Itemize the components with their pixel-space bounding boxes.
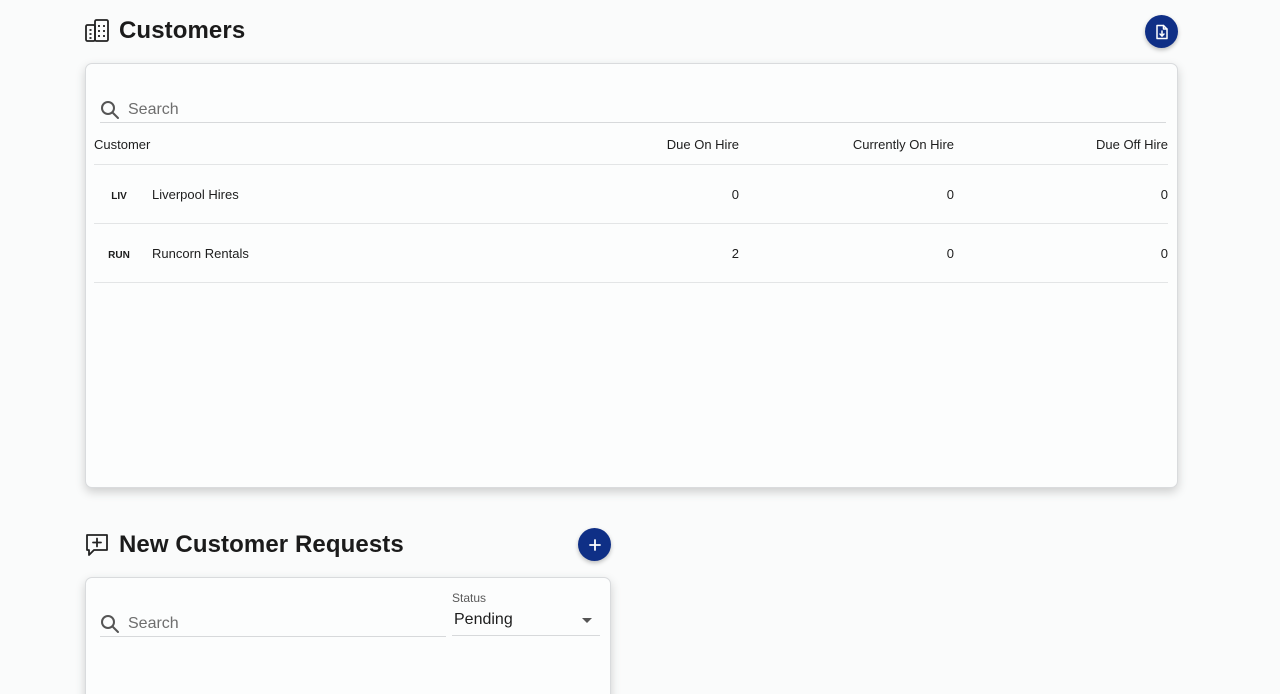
column-header-currently-on-hire[interactable]: Currently On Hire (739, 124, 954, 165)
plus-icon (588, 538, 602, 552)
requests-search-input[interactable] (128, 615, 446, 633)
building-icon (84, 18, 110, 44)
currently-on-hire-cell: 0 (739, 164, 954, 224)
requests-search (100, 612, 446, 637)
customers-title: Customers (119, 17, 246, 44)
column-header-customer[interactable]: Customer (94, 124, 554, 165)
status-select[interactable]: Status Pending (452, 591, 600, 636)
file-download-icon (1155, 24, 1169, 40)
due-on-hire-cell: 2 (554, 223, 739, 283)
customer-cell: RUN Runcorn Rentals (94, 223, 554, 283)
currently-on-hire-cell: 0 (739, 223, 954, 283)
add-request-button[interactable] (578, 528, 611, 561)
search-icon (100, 100, 120, 120)
customer-code: LIV (111, 190, 127, 202)
customers-header: Customers (84, 17, 245, 45)
status-value: Pending (454, 611, 513, 628)
column-header-due-on-hire[interactable]: Due On Hire (554, 124, 739, 165)
status-value-row: Pending (452, 611, 600, 629)
requests-header: New Customer Requests (84, 531, 404, 559)
customers-search-input[interactable] (128, 101, 1166, 119)
requests-title: New Customer Requests (119, 531, 404, 558)
customers-card: Customer Due On Hire Currently On Hire D… (85, 63, 1178, 488)
status-label: Status (452, 591, 487, 605)
due-off-hire-cell: 0 (954, 164, 1168, 224)
search-icon (100, 614, 120, 634)
chevron-down-icon (582, 617, 592, 623)
column-header-due-off-hire[interactable]: Due Off Hire (954, 124, 1168, 165)
table-header-row: Customer Due On Hire Currently On Hire D… (94, 124, 1168, 165)
page: Customers Customer (0, 0, 1280, 694)
table-row[interactable]: RUN Runcorn Rentals 2 0 0 (94, 223, 1168, 283)
customer-name[interactable]: Liverpool Hires (152, 187, 239, 202)
customer-code: RUN (108, 249, 130, 261)
comment-plus-icon (84, 532, 110, 558)
customers-search (100, 98, 1166, 123)
export-button[interactable] (1145, 15, 1178, 48)
requests-card: Status Pending (85, 577, 611, 694)
due-on-hire-cell: 0 (554, 164, 739, 224)
table-row[interactable]: LIV Liverpool Hires 0 0 0 (94, 164, 1168, 224)
due-off-hire-cell: 0 (954, 223, 1168, 283)
customer-cell: LIV Liverpool Hires (94, 164, 554, 224)
customers-table: Customer Due On Hire Currently On Hire D… (94, 124, 1168, 283)
customer-name[interactable]: Runcorn Rentals (152, 246, 249, 261)
